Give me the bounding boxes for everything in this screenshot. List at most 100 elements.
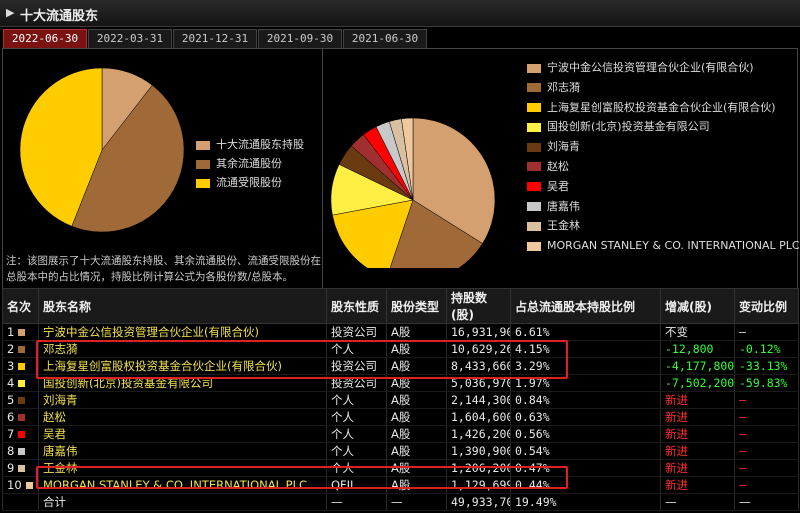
change-cell: 新进 xyxy=(660,442,735,460)
rank-cell: 2 xyxy=(2,340,39,358)
share-type-cell: A股 xyxy=(386,391,447,409)
holder-nature-cell: 个人 xyxy=(326,340,387,358)
col-share-type[interactable]: 股份类型 xyxy=(386,288,447,324)
float-pct-cell: 0.84% xyxy=(510,391,661,409)
legend-float-structure: 十大流通股东持股 其余流通股份 流通受限股份 xyxy=(196,135,304,192)
holder-name-cell[interactable]: 上海复星创富股权投资基金合伙企业(有限合伙) xyxy=(38,357,327,375)
change-ratio-cell: — xyxy=(734,459,799,477)
holder-nature-cell: 个人 xyxy=(326,425,387,443)
legend-item: 唐嘉伟 xyxy=(527,197,800,217)
legend-swatch xyxy=(196,159,210,169)
col-shares[interactable]: 持股数(股) xyxy=(446,288,511,324)
table-row[interactable]: 7 吴君 个人 A股 1,426,200 0.56% 新进 — xyxy=(2,425,799,443)
holder-name-cell[interactable]: 宁波中金公信投资管理合伙企业(有限合伙) xyxy=(38,323,327,341)
holder-name-cell[interactable]: 刘海青 xyxy=(38,391,327,409)
rank-number: 5 xyxy=(7,393,15,407)
rank-color-swatch xyxy=(25,482,33,489)
total-label: 合计 xyxy=(38,493,327,511)
holder-name-cell[interactable]: 王金林 xyxy=(38,459,327,477)
table-header-row: 名次 股东名称 股东性质 股份类型 持股数(股) 占总流通股本持股比例 增减(股… xyxy=(2,288,799,324)
table-row[interactable]: 2 邓志漪个人A股10,629,2674.15%-12,800-0.12% xyxy=(2,340,799,358)
change-cell: -4,177,800 xyxy=(660,357,735,375)
holder-name-cell[interactable]: 吴君 xyxy=(38,425,327,443)
col-holder-name[interactable]: 股东名称 xyxy=(38,288,327,324)
share-type-cell: A股 xyxy=(386,323,447,341)
tab-period-5[interactable]: 2021-06-30 xyxy=(343,29,427,49)
change-ratio-cell: -59.83% xyxy=(734,374,799,392)
legend-swatch xyxy=(196,178,210,188)
float-pct-cell: 4.15% xyxy=(510,340,661,358)
tab-period-1[interactable]: 2022-06-30 xyxy=(3,29,87,49)
legend-top10-holders: 宁波中金公信投资管理合伙企业(有限合伙) 邓志漪 上海复星创富股权投资基金合伙企业(… xyxy=(527,58,800,256)
holder-nature-cell: 投资公司 xyxy=(326,374,387,392)
collapse-triangle-icon[interactable]: ▶ xyxy=(6,6,14,19)
tab-period-4[interactable]: 2021-09-30 xyxy=(258,29,342,49)
share-type-cell: A股 xyxy=(386,442,447,460)
holder-name-cell[interactable]: 国投创新(北京)投资基金有限公司 xyxy=(38,374,327,392)
share-type-cell: A股 xyxy=(386,408,447,426)
table-row[interactable]: 6 赵松 个人 A股 1,604,600 0.63% 新进 — xyxy=(2,408,799,426)
share-type-cell: A股 xyxy=(386,425,447,443)
table-row[interactable]: 5 刘海青 个人 A股 2,144,300 0.84% 新进 — xyxy=(2,391,799,409)
rank-cell xyxy=(2,493,39,511)
col-holder-nature[interactable]: 股东性质 xyxy=(326,288,387,324)
legend-item: 邓志漪 xyxy=(527,78,800,98)
holder-name-cell[interactable]: 唐嘉伟 xyxy=(38,442,327,460)
rank-color-swatch xyxy=(18,397,26,404)
shares-cell: 8,433,660 xyxy=(446,357,511,375)
shares-cell: 2,144,300 xyxy=(446,391,511,409)
total-ratio: — xyxy=(734,493,799,511)
col-change[interactable]: 增减(股) xyxy=(660,288,735,324)
legend-item: 王金林 xyxy=(527,216,800,236)
tab-period-2[interactable]: 2022-03-31 xyxy=(88,29,172,49)
table-row[interactable]: 4 国投创新(北京)投资基金有限公司 投资公司 A股 5,036,970 1.97% -7,… xyxy=(2,374,799,392)
change-cell: -12,800 xyxy=(660,340,735,358)
rank-number: 3 xyxy=(7,359,15,373)
shares-cell: 1,206,200 xyxy=(446,459,511,477)
rank-number: 10 xyxy=(7,478,22,492)
rank-cell: 10 xyxy=(2,476,39,494)
legend-label: 赵松 xyxy=(547,159,569,173)
tab-period-3[interactable]: 2021-12-31 xyxy=(173,29,257,49)
legend-swatch xyxy=(527,162,541,172)
rank-cell: 1 xyxy=(2,323,39,341)
change-cell: 新进 xyxy=(660,391,735,409)
chart-note: 注：该图展示了十大流通股东持股、其余流通股份、流通受限股份在总股本中的占比情况，… xyxy=(6,255,321,283)
legend-swatch xyxy=(527,63,541,73)
change-cell: -7,502,200 xyxy=(660,374,735,392)
rank-number: 9 xyxy=(7,461,15,475)
shares-cell: 1,426,200 xyxy=(446,425,511,443)
total-type: — xyxy=(386,493,447,511)
table-row[interactable]: 1 宁波中金公信投资管理合伙企业(有限合伙)投资公司A股16,931,9076.6… xyxy=(2,323,799,341)
change-cell: 新进 xyxy=(660,425,735,443)
legend-label: 吴君 xyxy=(547,179,569,193)
pie-chart-top10-holders xyxy=(330,117,496,268)
holder-name-cell[interactable]: 邓志漪 xyxy=(38,340,327,358)
holder-nature-cell: QFII xyxy=(326,476,387,494)
legend-label: 王金林 xyxy=(547,219,580,233)
holder-name-cell[interactable]: MORGAN STANLEY & CO. INTERNATIONAL PLC. xyxy=(38,476,327,494)
legend-swatch xyxy=(527,142,541,152)
share-type-cell: A股 xyxy=(386,459,447,477)
shares-cell: 10,629,267 xyxy=(446,340,511,358)
col-rank[interactable]: 名次 xyxy=(2,288,39,324)
holder-nature-cell: 个人 xyxy=(326,442,387,460)
panel-title: 十大流通股东 xyxy=(20,9,99,24)
legend-label: 刘海青 xyxy=(547,140,580,154)
holder-name-cell[interactable]: 赵松 xyxy=(38,408,327,426)
rank-color-swatch xyxy=(18,448,26,455)
rank-color-swatch xyxy=(18,380,26,387)
change-cell: 新进 xyxy=(660,408,735,426)
legend-item: 赵松 xyxy=(527,157,800,177)
change-cell: 不变 xyxy=(660,323,735,341)
legend-item: 十大流通股东持股 xyxy=(196,135,304,154)
table-row[interactable]: 9 王金林 个人 A股 1,206,200 0.47% 新进 — xyxy=(2,459,799,477)
col-change-ratio[interactable]: 变动比例 xyxy=(734,288,799,324)
float-pct-cell: 0.63% xyxy=(510,408,661,426)
table-row[interactable]: 3 上海复星创富股权投资基金合伙企业(有限合伙) 投资公司 A股 8,433,660 3.… xyxy=(2,357,799,375)
col-float-pct[interactable]: 占总流通股本持股比例 xyxy=(510,288,661,324)
rank-color-swatch xyxy=(18,465,26,472)
table-row[interactable]: 8 唐嘉伟 个人 A股 1,390,900 0.54% 新进 — xyxy=(2,442,799,460)
table-row[interactable]: 10 MORGAN STANLEY & CO. INTERNATIONAL PLC… xyxy=(2,476,799,494)
legend-swatch xyxy=(527,221,541,231)
